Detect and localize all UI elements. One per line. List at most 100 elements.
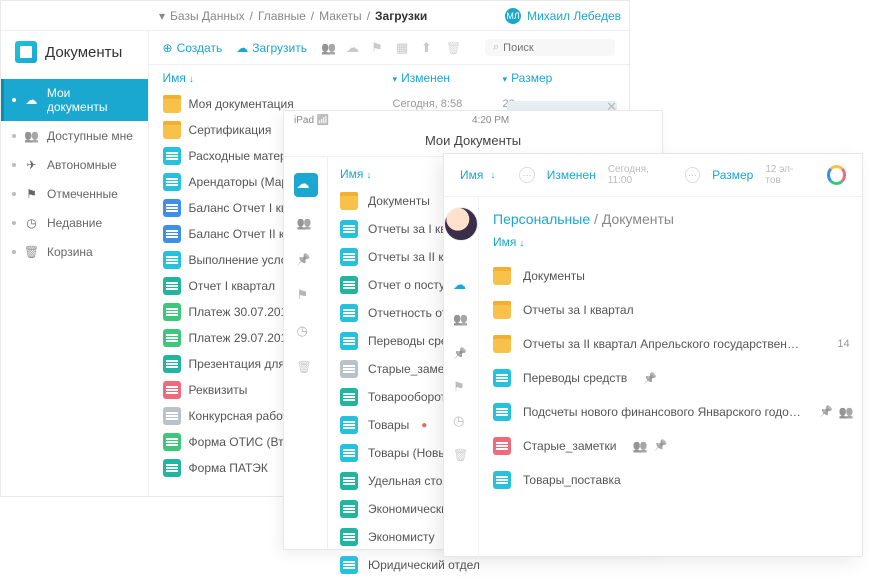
document-icon — [340, 444, 358, 462]
clock-icon[interactable] — [297, 323, 315, 341]
file-row[interactable]: Переводы средств — [479, 361, 868, 395]
device-label: iPad — [294, 115, 314, 126]
col-name[interactable]: Имя — [460, 168, 495, 182]
people-icon[interactable] — [453, 311, 469, 327]
document-icon — [340, 500, 358, 518]
plane-icon — [24, 157, 39, 172]
document-icon — [340, 416, 358, 434]
file-name: Платеж 29.07.2015 — [189, 331, 294, 345]
breadcrumb-current: Загрузки — [375, 9, 427, 23]
document-icon — [163, 277, 181, 295]
titlebar: Базы Данных / Главные / Макеты / Загрузк… — [1, 1, 629, 31]
search-input[interactable] — [503, 42, 603, 54]
file-name: Товарооборот — [368, 390, 446, 404]
flag-icon[interactable] — [371, 40, 386, 55]
col-size-menu[interactable]: ⋯ — [685, 167, 700, 183]
col-modified[interactable]: Изменен — [547, 168, 596, 182]
file-row[interactable]: Отчеты за II квартал Апрельского государ… — [479, 327, 868, 361]
upload-button[interactable]: Загрузить — [236, 41, 307, 55]
document-icon — [340, 332, 358, 350]
col-size[interactable]: Размер — [503, 71, 615, 85]
file-row[interactable]: Документы — [479, 259, 868, 293]
file-row[interactable]: Старые_заметки — [479, 429, 868, 463]
pin-icon — [819, 405, 833, 419]
document-icon — [493, 471, 511, 489]
col-modified[interactable]: Изменен — [393, 71, 503, 85]
item-count: 14 — [837, 338, 849, 350]
nav-rail — [444, 197, 479, 559]
export-icon[interactable] — [421, 40, 436, 55]
user-name: Михаил Лебедев — [527, 9, 621, 23]
cloud-icon[interactable] — [294, 173, 318, 197]
file-name: Товары_поставка — [523, 473, 621, 487]
col-size-value: 12 эл-тов — [765, 164, 806, 186]
clock-icon[interactable] — [453, 413, 469, 429]
cloud-icon[interactable] — [453, 277, 469, 293]
document-icon — [340, 472, 358, 490]
sidebar-item-cloud[interactable]: Мои документы — [1, 79, 148, 121]
col-size[interactable]: Размер — [712, 168, 753, 182]
wifi-icon — [317, 115, 329, 126]
document-icon — [163, 225, 181, 243]
document-icon — [163, 355, 181, 373]
col-name[interactable]: Имя — [163, 71, 393, 85]
sort-control[interactable]: Имя — [479, 229, 868, 259]
document-icon — [163, 147, 181, 165]
nav-rail — [284, 157, 328, 551]
breadcrumb[interactable]: Персональные / Документы — [479, 201, 868, 229]
flag-icon — [24, 186, 39, 201]
breadcrumb-seg[interactable]: Макеты — [319, 9, 362, 23]
app-ring-icon[interactable] — [827, 165, 846, 185]
document-icon — [163, 381, 181, 399]
search-field[interactable] — [485, 39, 615, 56]
download-icon[interactable] — [346, 40, 361, 55]
pin-icon: ● — [421, 420, 427, 431]
col-modified-value: Сегодня, 11:00 — [608, 164, 673, 186]
document-icon — [163, 329, 181, 347]
file-name: Экономисту — [368, 530, 435, 544]
flag-icon[interactable] — [453, 379, 469, 395]
people-icon[interactable] — [297, 215, 315, 233]
pin-icon — [653, 439, 667, 453]
user-badge[interactable]: МЛ Михаил Лебедев — [505, 8, 621, 24]
move-icon[interactable] — [396, 40, 411, 55]
sidebar-item-plane[interactable]: Автономные — [1, 150, 148, 179]
file-name: Переводы средств — [523, 371, 627, 385]
flag-icon[interactable] — [297, 287, 315, 305]
file-row[interactable]: Отчеты за I квартал — [479, 293, 868, 327]
breadcrumb[interactable]: Базы Данных / Главные / Макеты / Загрузк… — [159, 9, 427, 23]
people-icon — [24, 128, 39, 143]
share-icon[interactable] — [321, 40, 336, 55]
sidebar-item-flag[interactable]: Отмеченные — [1, 179, 148, 208]
file-row[interactable]: Подсчеты нового финансового Январского г… — [479, 395, 868, 429]
document-icon — [163, 173, 181, 191]
file-name: Конкурсная работа — [189, 409, 295, 423]
document-icon — [340, 360, 358, 378]
document-icon — [163, 199, 181, 217]
sidebar-item-label: Отмеченные — [47, 187, 118, 201]
file-name: Моя документация — [189, 97, 294, 111]
file-row[interactable]: Товары_поставка — [479, 463, 868, 497]
cloud-icon — [24, 93, 39, 108]
create-button[interactable]: Создать — [163, 41, 223, 55]
col-modified-menu[interactable]: ⋯ — [519, 167, 534, 183]
file-name: Подсчеты нового финансового Январского г… — [523, 405, 803, 419]
trash-icon[interactable] — [453, 447, 469, 463]
breadcrumb-seg[interactable]: Базы Данных — [170, 9, 245, 23]
sidebar-item-label: Недавние — [47, 216, 102, 230]
people-icon — [839, 405, 854, 419]
breadcrumb-seg[interactable]: Главные — [258, 9, 306, 23]
folder-icon — [163, 121, 181, 139]
app-logo[interactable]: Документы — [1, 31, 148, 73]
pin-icon[interactable] — [297, 251, 315, 269]
document-icon — [163, 251, 181, 269]
sidebar-item-clock[interactable]: Недавние — [1, 208, 148, 237]
delete-icon[interactable] — [446, 40, 461, 55]
sidebar-item-people[interactable]: Доступные мне — [1, 121, 148, 150]
user-avatar[interactable] — [444, 207, 478, 241]
pin-icon[interactable] — [453, 345, 469, 361]
sidebar-item-label: Автономные — [47, 158, 117, 172]
sidebar-item-trash[interactable]: Корзина — [1, 237, 148, 266]
trash-icon[interactable] — [297, 359, 315, 377]
document-icon — [340, 220, 358, 238]
